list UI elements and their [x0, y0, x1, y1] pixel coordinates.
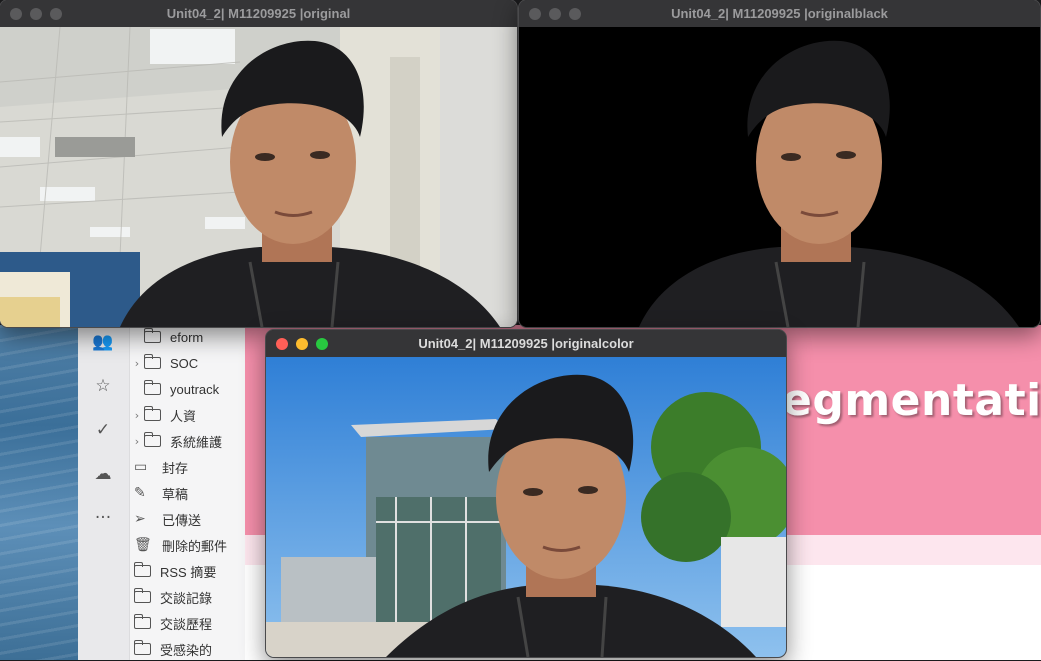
- mail-folder-deleted[interactable]: 🗑 刪除的郵件: [120, 533, 260, 557]
- folder-label: 封存: [162, 458, 188, 477]
- folder-icon: [144, 331, 161, 343]
- draft-icon: ✎: [134, 486, 154, 500]
- maximize-button[interactable]: [569, 8, 581, 20]
- window-titlebar[interactable]: Unit04_2| M11209925 |originalcolor: [266, 330, 786, 357]
- folder-label: 人資: [170, 406, 196, 425]
- minimize-button[interactable]: [549, 8, 561, 20]
- desktop-wallpaper: [0, 325, 80, 660]
- folder-icon: [134, 617, 151, 629]
- folder-icon: [144, 409, 161, 421]
- chevron-right-icon[interactable]: ›: [130, 357, 144, 370]
- folder-label: 受感染的: [160, 640, 212, 659]
- folder-label: 交談記錄: [160, 588, 212, 607]
- close-button[interactable]: [276, 338, 288, 350]
- folder-label: eform: [170, 330, 203, 345]
- folder-label: youtrack: [170, 382, 219, 397]
- window-title: Unit04_2| M11209925 |originalcolor: [418, 336, 633, 351]
- folder-icon: [134, 643, 151, 655]
- window-controls: [10, 8, 62, 20]
- mail-folder-rss[interactable]: RSS 摘要: [120, 559, 260, 583]
- folder-icon: [134, 565, 151, 577]
- window-title: Unit04_2| M11209925 |original: [167, 6, 351, 21]
- more-icon[interactable]: ···: [92, 507, 114, 529]
- mail-folder-sent[interactable]: ➢ 已傳送: [120, 507, 260, 531]
- cloud-icon[interactable]: ☁: [92, 463, 114, 485]
- folder-label: RSS 摘要: [160, 562, 216, 581]
- folder-icon: [144, 357, 161, 369]
- window-original[interactable]: Unit04_2| M11209925 |original: [0, 0, 518, 328]
- window-titlebar[interactable]: Unit04_2| M11209925 |originalblack: [519, 0, 1040, 27]
- mail-folder-infected[interactable]: 受感染的: [120, 637, 260, 661]
- archive-icon: ▭: [134, 460, 154, 474]
- folder-label: 系統維護: [170, 432, 222, 451]
- minimize-button[interactable]: [30, 8, 42, 20]
- mail-folder-conversation-log[interactable]: 交談記錄: [120, 585, 260, 609]
- mail-folder-archive[interactable]: ▭ 封存: [120, 455, 260, 479]
- desktop: 👥 ☆ ✓ ☁ ··· eform › SOC youtrack › 人資 ›: [0, 0, 1041, 660]
- chevron-right-icon[interactable]: ›: [130, 409, 144, 422]
- maximize-button[interactable]: [50, 8, 62, 20]
- minimize-button[interactable]: [296, 338, 308, 350]
- contacts-icon[interactable]: 👥: [92, 331, 114, 353]
- mail-app: 👥 ☆ ✓ ☁ ··· eform › SOC youtrack › 人資 ›: [78, 325, 268, 660]
- checkmark-icon[interactable]: ✓: [92, 419, 114, 441]
- folder-label: 交談歷程: [160, 614, 212, 633]
- folder-icon: [134, 591, 151, 603]
- original-image: [0, 27, 517, 327]
- close-button[interactable]: [10, 8, 22, 20]
- folder-icon: [144, 383, 161, 395]
- original-black-image: [519, 27, 1040, 327]
- folder-label: 刪除的郵件: [162, 536, 227, 555]
- folder-label: 草稿: [162, 484, 188, 503]
- window-title: Unit04_2| M11209925 |originalblack: [671, 6, 888, 21]
- close-button[interactable]: [529, 8, 541, 20]
- mail-folder-conversation-history[interactable]: 交談歷程: [120, 611, 260, 635]
- folder-label: SOC: [170, 356, 198, 371]
- maximize-button[interactable]: [316, 338, 328, 350]
- window-original-color[interactable]: Unit04_2| M11209925 |originalcolor: [265, 329, 787, 658]
- page-heading: egmentatio: [782, 375, 1041, 426]
- mail-folder-drafts[interactable]: ✎ 草稿: [120, 481, 260, 505]
- sent-icon: ➢: [134, 512, 154, 526]
- window-original-black[interactable]: Unit04_2| M11209925 |originalblack: [518, 0, 1041, 328]
- window-controls: [276, 338, 328, 350]
- window-controls: [529, 8, 581, 20]
- folder-icon: [144, 435, 161, 447]
- star-icon[interactable]: ☆: [92, 375, 114, 397]
- window-titlebar[interactable]: Unit04_2| M11209925 |original: [0, 0, 517, 27]
- trash-icon: 🗑: [134, 538, 154, 552]
- chevron-right-icon[interactable]: ›: [130, 435, 144, 448]
- original-color-image: [266, 357, 786, 657]
- folder-label: 已傳送: [162, 510, 201, 529]
